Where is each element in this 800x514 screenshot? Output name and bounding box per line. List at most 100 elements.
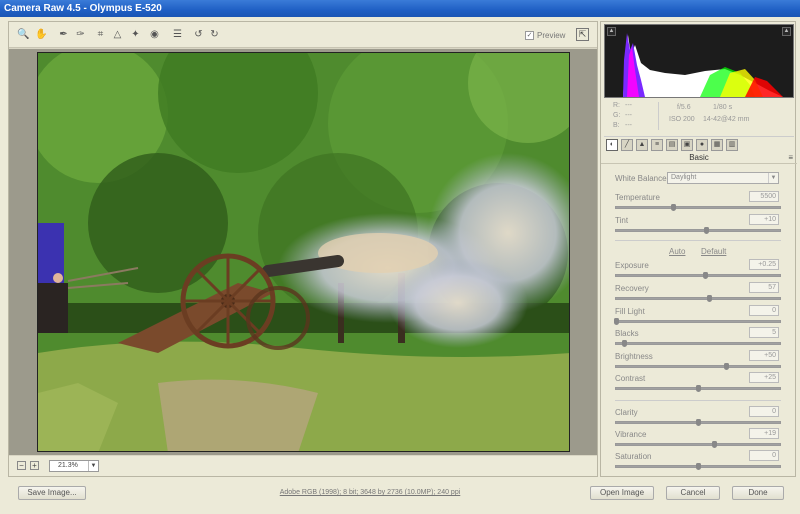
zoom-in-button[interactable]: + [30, 461, 39, 470]
slider-track[interactable] [615, 441, 781, 448]
slider-label: Vibrance [615, 430, 647, 439]
slider-thumb[interactable] [622, 340, 628, 347]
slider-track[interactable] [615, 227, 781, 234]
section-title-label: Basic [689, 153, 709, 162]
separator [615, 400, 781, 401]
slider-track[interactable] [614, 318, 781, 325]
preview-label: Preview [537, 30, 566, 40]
iso-value: ISO 200 [669, 116, 695, 123]
slider-thumb[interactable] [614, 318, 619, 325]
color-sampler-icon[interactable]: ✑ [74, 28, 87, 41]
slider-value-input[interactable]: 0 [749, 406, 779, 417]
tab-camera-calibration-icon[interactable]: ● [696, 139, 708, 151]
slider-label: Brightness [615, 352, 653, 361]
g-label: G: [613, 112, 621, 119]
white-balance-value: Daylight [671, 174, 697, 181]
window-title: Camera Raw 4.5 - Olympus E-520 [0, 0, 800, 17]
retouch-icon[interactable]: ✦ [129, 28, 142, 41]
tab-split-toning-icon[interactable]: ▤ [666, 139, 678, 151]
slider-thumb[interactable] [723, 363, 729, 370]
slider-thumb[interactable] [696, 385, 701, 392]
cancel-button[interactable]: Cancel [666, 486, 720, 500]
slider-label: Recovery [615, 284, 649, 293]
slider-label: Clarity [615, 408, 638, 417]
open-image-button[interactable]: Open Image [590, 486, 654, 500]
tab-detail-icon[interactable]: ▲ [636, 139, 648, 151]
hand-icon[interactable]: ✋ [35, 28, 48, 41]
zoom-level-select[interactable]: 21.3% ▼ [49, 460, 99, 472]
slider-thumb[interactable] [712, 441, 718, 448]
straighten-icon[interactable]: △ [111, 28, 124, 41]
slider-thumb[interactable] [704, 227, 710, 234]
fullscreen-icon[interactable]: ⇱ [576, 28, 589, 41]
preferences-icon[interactable]: ☰ [171, 28, 184, 41]
rgb-readout: R: --- G: --- B: --- f/5.6 1/80 s ISO 20… [613, 102, 793, 138]
slider-thumb[interactable] [702, 272, 708, 279]
zoom-icon[interactable]: 🔍 [17, 28, 30, 41]
shutter-value: 1/80 s [713, 104, 733, 111]
main-area: 🔍 ✋ ✒ ✑ ⌗ △ ✦ ◉ ☰ ↺ ↻ ✓ Preview ⇱ − + 21… [8, 21, 598, 477]
shadow-clipping-toggle[interactable]: ▲ [607, 27, 616, 36]
slider-track[interactable] [615, 340, 781, 347]
photo-preview[interactable] [37, 52, 570, 452]
preview-checkbox[interactable]: ✓ [525, 30, 534, 40]
slider-track[interactable] [615, 419, 781, 426]
tab-basic-icon[interactable]: ◐ [606, 139, 618, 151]
zoom-level-value: 21.3% [58, 462, 78, 469]
histogram: ▲ ▲ [604, 24, 794, 98]
b-label: B: [613, 122, 620, 129]
slider-track[interactable] [615, 295, 781, 302]
slider-label: Exposure [615, 261, 649, 270]
slider-value-input[interactable]: +25 [749, 372, 779, 383]
rotate-left-icon[interactable]: ↺ [192, 28, 205, 41]
slider-value-input[interactable]: 5 [749, 327, 779, 338]
slider-thumb[interactable] [696, 419, 701, 426]
r-label: R: [613, 102, 620, 109]
tab-tone-curve-icon[interactable]: ╱ [621, 139, 633, 151]
workflow-options-link[interactable]: Adobe RGB (1998); 8 bit; 3648 by 2736 (1… [230, 489, 510, 496]
toolbar: 🔍 ✋ ✒ ✑ ⌗ △ ✦ ◉ ☰ ↺ ↻ ✓ Preview ⇱ [9, 22, 597, 48]
preview-toggle[interactable]: ✓ Preview [525, 29, 565, 41]
highlight-clipping-toggle[interactable]: ▲ [782, 27, 791, 36]
tab-lens-icon[interactable]: ▣ [681, 139, 693, 151]
tab-snapshots-icon[interactable]: ▥ [726, 139, 738, 151]
slider-track[interactable] [615, 204, 781, 211]
section-title: Basic ≡ [601, 153, 797, 164]
slider-thumb[interactable] [696, 463, 701, 470]
white-balance-icon[interactable]: ✒ [57, 28, 70, 41]
panel-menu-icon[interactable]: ≡ [788, 153, 793, 162]
tab-presets-icon[interactable]: ▦ [711, 139, 723, 151]
slider-value-input[interactable]: 5500 [749, 191, 779, 202]
slider-value-input[interactable]: 57 [749, 282, 779, 293]
tab-hsl-icon[interactable]: ≡ [651, 139, 663, 151]
slider-thumb[interactable] [671, 204, 677, 211]
photo-cannon-firing [38, 53, 569, 451]
white-balance-select[interactable]: Daylight ▼ [667, 172, 779, 184]
slider-thumb[interactable] [707, 295, 713, 302]
slider-value-input[interactable]: 0 [749, 305, 779, 316]
crop-icon[interactable]: ⌗ [94, 28, 107, 41]
divider [658, 102, 659, 130]
white-balance-label: White Balance: [615, 174, 669, 183]
slider-track[interactable] [615, 385, 781, 392]
rotate-right-icon[interactable]: ↻ [208, 28, 221, 41]
slider-label: Temperature [615, 193, 660, 202]
slider-value-input[interactable]: +10 [749, 214, 779, 225]
auto-button[interactable]: Auto [669, 247, 685, 256]
slider-label: Saturation [615, 452, 652, 461]
red-eye-icon[interactable]: ◉ [148, 28, 161, 41]
slider-value-input[interactable]: +50 [749, 350, 779, 361]
slider-label: Tint [615, 216, 629, 225]
slider-value-input[interactable]: +0.25 [749, 259, 779, 270]
lens-value: 14-42@42 mm [703, 116, 750, 123]
slider-track[interactable] [615, 363, 781, 370]
save-image-button[interactable]: Save Image... [18, 486, 86, 500]
zoom-bar: − + 21.3% ▼ [9, 456, 597, 476]
zoom-out-button[interactable]: − [17, 461, 26, 470]
slider-track[interactable] [615, 463, 781, 470]
slider-track[interactable] [615, 272, 781, 279]
done-button[interactable]: Done [732, 486, 784, 500]
slider-value-input[interactable]: +19 [749, 428, 779, 439]
slider-value-input[interactable]: 0 [749, 450, 779, 461]
default-button[interactable]: Default [701, 247, 726, 256]
